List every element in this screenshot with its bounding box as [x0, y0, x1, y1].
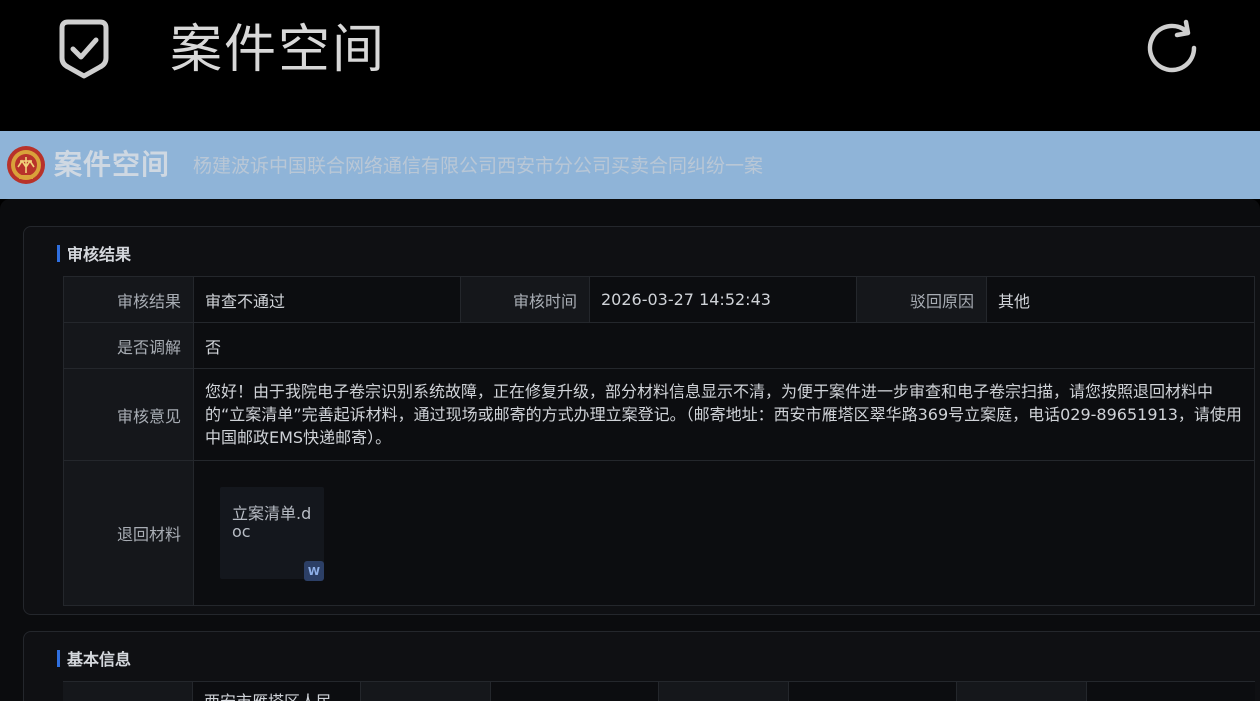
section-title: 审核结果	[67, 245, 132, 264]
court-emblem-icon	[7, 146, 45, 184]
opinion-cell: 您好！由于我院电子卷宗识别系统故障，正在修复升级，部分材料信息显示不清，为便于案…	[194, 369, 1254, 460]
table-row: 是否调解 否	[64, 323, 1254, 369]
review-result-panel: 审核结果 审核结果 审查不通过 审核时间 2026-03-27 14:52:43…	[23, 226, 1260, 615]
section-header: 审核结果	[57, 243, 132, 264]
table-label-cell	[361, 682, 491, 701]
materials-label: 退回材料	[64, 461, 194, 605]
app-bar: 案件空间	[0, 0, 1260, 131]
shield-check-icon[interactable]	[54, 18, 114, 80]
materials-cell: 立案清单.doc W	[194, 461, 1254, 605]
main-content: 审核结果 审核结果 审查不通过 审核时间 2026-03-27 14:52:43…	[0, 199, 1260, 701]
table-label-cell	[659, 682, 789, 701]
section-accent-bar	[57, 244, 60, 262]
opinion-text: 您好！由于我院电子卷宗识别系统故障，正在修复升级，部分材料信息显示不清，为便于案…	[205, 382, 1242, 447]
case-name: 杨建波诉中国联合网络通信有限公司西安市分公司买卖合同纠纷一案	[193, 155, 764, 177]
file-card[interactable]: 立案清单.doc W	[220, 487, 324, 581]
time-label: 审核时间	[461, 277, 590, 322]
site-title: 案件空间	[54, 148, 171, 181]
table-row: 审核意见 您好！由于我院电子卷宗识别系统故障，正在修复升级，部分材料信息显示不清…	[64, 369, 1254, 461]
refresh-icon[interactable]	[1142, 18, 1204, 80]
table-row: 退回材料 立案清单.doc W	[64, 461, 1254, 605]
section-title: 基本信息	[67, 650, 132, 669]
app-title: 案件空间	[170, 20, 387, 80]
result-label: 审核结果	[64, 277, 194, 322]
table-value-cell	[491, 682, 659, 701]
mediation-label: 是否调解	[64, 323, 194, 368]
basic-info-table: 西安市雁塔区人民	[63, 681, 1255, 701]
table-row: 审核结果 审查不通过 审核时间 2026-03-27 14:52:43 驳回原因…	[64, 277, 1254, 323]
site-header: 案件空间 杨建波诉中国联合网络通信有限公司西安市分公司买卖合同纠纷一案	[0, 131, 1260, 199]
opinion-label: 审核意见	[64, 369, 194, 460]
court-value: 西安市雁塔区人民	[193, 682, 361, 701]
reject-reason-value: 其他	[987, 277, 1254, 322]
review-table: 审核结果 审查不通过 审核时间 2026-03-27 14:52:43 驳回原因…	[63, 276, 1255, 606]
time-value: 2026-03-27 14:52:43	[590, 277, 857, 322]
basic-info-panel: 基本信息 西安市雁塔区人民	[23, 631, 1260, 701]
section-accent-bar	[57, 649, 60, 667]
mediation-value: 否	[194, 323, 1254, 368]
result-value: 审查不通过	[194, 277, 461, 322]
table-value-cell	[1087, 682, 1255, 701]
file-name[interactable]: 立案清单.doc	[232, 505, 318, 541]
section-header: 基本信息	[57, 648, 132, 669]
reject-reason-label: 驳回原因	[857, 277, 987, 322]
table-value-cell	[789, 682, 957, 701]
table-label-cell	[957, 682, 1087, 701]
table-label-cell	[63, 682, 193, 701]
word-file-icon: W	[304, 561, 324, 581]
